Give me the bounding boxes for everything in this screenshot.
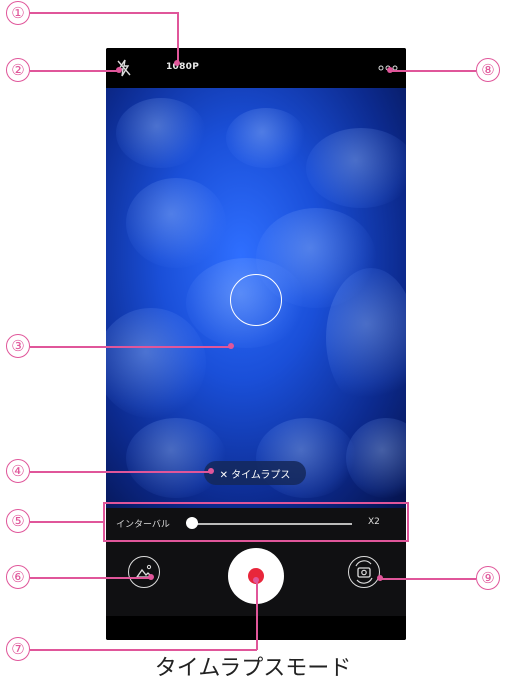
page-caption: タイムラプスモード (154, 656, 352, 681)
callout-6: ⑥ (6, 565, 30, 589)
jellyfish-shape (126, 418, 226, 498)
jellyfish-shape (346, 418, 406, 498)
gallery-icon[interactable] (128, 556, 160, 588)
callout-line (380, 578, 476, 580)
callout-1: ① (6, 1, 30, 25)
callout-9: ⑨ (476, 566, 500, 590)
jellyfish-shape (306, 128, 406, 208)
callout-line (30, 471, 210, 473)
callout-3: ③ (6, 334, 30, 358)
callout-line (30, 346, 230, 348)
callout-dot (148, 574, 154, 580)
timelapse-mode-chip[interactable]: ✕ タイムラプス (204, 461, 306, 485)
interval-highlight-box (103, 502, 409, 542)
callout-line (256, 580, 258, 650)
resolution-label[interactable]: 1080P (166, 62, 199, 72)
callout-line (390, 70, 476, 72)
callout-dot (228, 343, 234, 349)
top-bar: 1080P (106, 48, 406, 88)
callout-8: ⑧ (476, 58, 500, 82)
callout-line (30, 70, 120, 72)
switch-camera-icon[interactable] (348, 556, 380, 588)
callout-dot (116, 67, 122, 73)
callout-dot (387, 67, 393, 73)
callout-line (177, 12, 179, 62)
jellyfish-shape (126, 178, 226, 268)
jellyfish-shape (106, 308, 206, 418)
phone-screen: 1080P ✕ タイムラプス インターバル X2 (106, 48, 406, 640)
mode-chip-label: ✕ タイムラプス (219, 469, 291, 481)
jellyfish-shape (116, 98, 206, 168)
callout-dot (253, 577, 259, 583)
callout-line (30, 577, 150, 579)
focus-ring[interactable] (230, 274, 282, 326)
callout-dot (377, 575, 383, 581)
jellyfish-shape (256, 418, 356, 498)
callout-dot (174, 60, 180, 66)
callout-dot (208, 468, 214, 474)
jellyfish-shape (226, 108, 306, 168)
callout-4: ④ (6, 459, 30, 483)
callout-line (30, 12, 178, 14)
jellyfish-shape (326, 268, 406, 408)
callout-2: ② (6, 58, 30, 82)
callout-line (30, 521, 105, 523)
callout-5: ⑤ (6, 509, 30, 533)
